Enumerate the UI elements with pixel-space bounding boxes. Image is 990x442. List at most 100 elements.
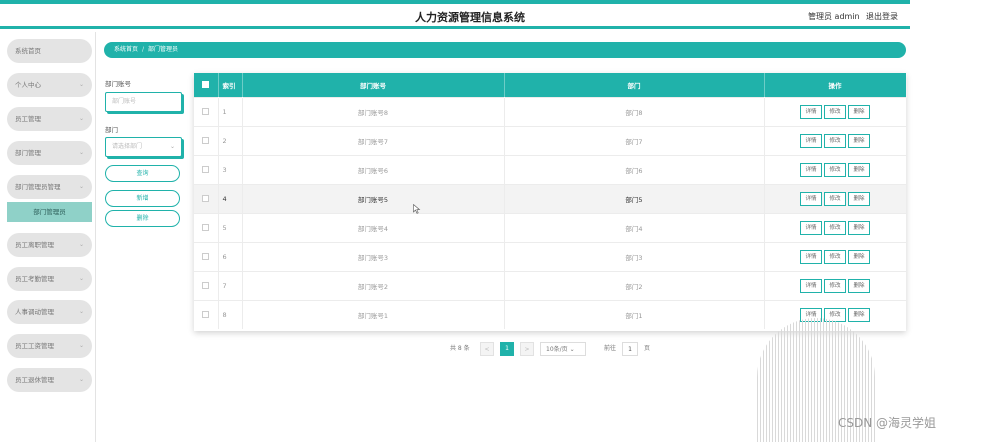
- detail-button[interactable]: 详情: [800, 104, 822, 119]
- next-page-button[interactable]: >: [520, 342, 534, 356]
- column-header-account[interactable]: 部门账号: [242, 73, 505, 97]
- account-cell: 部门账号1: [242, 300, 505, 329]
- row-checkbox-cell[interactable]: [194, 155, 219, 184]
- goto-label: 前往: [604, 345, 617, 352]
- table-row[interactable]: 4 部门账号5 部门5 详情 修改 删除: [194, 184, 907, 213]
- goto-page-input[interactable]: 1: [622, 342, 638, 356]
- sidebar-item[interactable]: 部门管理 ⌄: [7, 141, 92, 165]
- sidebar-item[interactable]: 员工退休管理 ⌄: [7, 368, 92, 392]
- row-checkbox[interactable]: [202, 224, 210, 231]
- edit-button[interactable]: 修改: [824, 191, 846, 206]
- chevron-down-icon: ⌄: [78, 275, 84, 282]
- dept-cell: 部门4: [504, 213, 765, 242]
- ops-cell: 详情 修改 删除: [764, 242, 907, 271]
- sidebar-item-label: 系统首页: [15, 47, 41, 55]
- delete-button[interactable]: 删除: [848, 278, 870, 293]
- detail-button[interactable]: 详情: [800, 278, 822, 293]
- chevron-down-icon: ⌄: [78, 81, 84, 88]
- search-button[interactable]: 查询: [105, 165, 180, 182]
- row-checkbox-cell[interactable]: [194, 213, 219, 242]
- table-row[interactable]: 2 部门账号7 部门7 详情 修改 删除: [194, 126, 907, 155]
- sidebar-item[interactable]: 部门管理员管理 ⌄: [7, 175, 92, 199]
- sidebar-item[interactable]: 员工管理 ⌄: [7, 107, 92, 131]
- delete-button[interactable]: 删除: [848, 191, 870, 206]
- row-checkbox-cell[interactable]: [194, 300, 219, 329]
- table-row[interactable]: 6 部门账号3 部门3 详情 修改 删除: [194, 242, 907, 271]
- sidebar-divider: [95, 32, 96, 442]
- row-checkbox[interactable]: [202, 253, 210, 260]
- dept-cell: 部门2: [504, 271, 765, 300]
- page-1-button[interactable]: 1: [500, 342, 514, 356]
- table-row[interactable]: 5 部门账号4 部门4 详情 修改 删除: [194, 213, 907, 242]
- delete-button[interactable]: 删除: [848, 133, 870, 148]
- edit-button[interactable]: 修改: [824, 133, 846, 148]
- edit-button[interactable]: 修改: [824, 220, 846, 235]
- detail-button[interactable]: 详情: [800, 133, 822, 148]
- index-cell: 7: [218, 271, 243, 300]
- sidebar-item[interactable]: 人事调动管理 ⌄: [7, 300, 92, 324]
- row-checkbox[interactable]: [202, 166, 210, 173]
- row-checkbox[interactable]: [202, 282, 210, 289]
- ops-cell: 详情 修改 删除: [764, 213, 907, 242]
- ops-cell: 详情 修改 删除: [764, 184, 907, 213]
- detail-button[interactable]: 详情: [800, 249, 822, 264]
- edit-button[interactable]: 修改: [824, 104, 846, 119]
- table-row[interactable]: 7 部门账号2 部门2 详情 修改 删除: [194, 271, 907, 300]
- delete-button[interactable]: 删除: [848, 249, 870, 264]
- select-all-header[interactable]: [194, 73, 219, 97]
- row-checkbox[interactable]: [202, 108, 210, 115]
- chevron-down-icon: ⌄: [78, 308, 84, 315]
- row-checkbox[interactable]: [202, 195, 210, 202]
- chevron-down-icon: ⌄: [78, 115, 84, 122]
- page-unit-label: 页: [644, 345, 651, 352]
- table-row[interactable]: 3 部门账号6 部门6 详情 修改 删除: [194, 155, 907, 184]
- sidebar-item[interactable]: 员工离职管理 ⌄: [7, 233, 92, 257]
- prev-page-button[interactable]: <: [480, 342, 494, 356]
- row-checkbox-cell[interactable]: [194, 97, 219, 126]
- row-checkbox-cell[interactable]: [194, 271, 219, 300]
- sidebar-item[interactable]: 系统首页: [7, 39, 92, 63]
- edit-button[interactable]: 修改: [824, 249, 846, 264]
- admin-user-label: 管理员 admin: [808, 12, 860, 21]
- row-checkbox[interactable]: [202, 137, 210, 144]
- edit-button[interactable]: 修改: [824, 278, 846, 293]
- batch-delete-button[interactable]: 删除: [105, 210, 180, 227]
- dept-select[interactable]: 请选择部门 ⌄: [105, 137, 182, 157]
- column-header-index: 索引: [218, 73, 243, 97]
- sidebar-item[interactable]: 员工工资管理 ⌄: [7, 334, 92, 358]
- app-title: 人力资源管理信息系统: [415, 11, 525, 24]
- row-checkbox-cell[interactable]: [194, 242, 219, 271]
- page-size-value: 10条/页: [546, 346, 568, 353]
- column-header-dept[interactable]: 部门: [504, 73, 765, 97]
- sidebar-item-label: 个人中心: [15, 81, 41, 89]
- breadcrumb-home[interactable]: 系统首页: [114, 46, 138, 53]
- detail-button[interactable]: 详情: [800, 162, 822, 177]
- logout-link[interactable]: 退出登录: [866, 11, 898, 22]
- dept-cell: 部门7: [504, 126, 765, 155]
- edit-button[interactable]: 修改: [824, 162, 846, 177]
- page-size-select[interactable]: 10条/页 ⌄: [540, 342, 586, 356]
- delete-button[interactable]: 删除: [848, 307, 870, 322]
- dept-cell: 部门6: [504, 155, 765, 184]
- row-checkbox-cell[interactable]: [194, 184, 219, 213]
- sidebar-item[interactable]: 员工考勤管理 ⌄: [7, 267, 92, 291]
- delete-button[interactable]: 删除: [848, 162, 870, 177]
- sidebar-item-label: 人事调动管理: [15, 308, 54, 316]
- index-cell: 8: [218, 300, 243, 329]
- table-row[interactable]: 1 部门账号8 部门8 详情 修改 删除: [194, 97, 907, 126]
- account-search-input[interactable]: 部门账号: [105, 92, 182, 112]
- account-filter-label: 部门账号: [105, 80, 131, 88]
- delete-button[interactable]: 删除: [848, 220, 870, 235]
- chevron-down-icon: ⌄: [169, 143, 175, 150]
- detail-button[interactable]: 详情: [800, 220, 822, 235]
- sidebar-subitem-active[interactable]: 部门管理员: [7, 202, 92, 222]
- row-checkbox[interactable]: [202, 311, 210, 319]
- index-cell: 1: [218, 97, 243, 126]
- delete-button[interactable]: 删除: [848, 104, 870, 119]
- sidebar-item-label: 部门管理员管理: [15, 183, 61, 191]
- add-button[interactable]: 新增: [105, 190, 180, 207]
- sidebar-item[interactable]: 个人中心 ⌄: [7, 73, 92, 97]
- row-checkbox-cell[interactable]: [194, 126, 219, 155]
- detail-button[interactable]: 详情: [800, 191, 822, 206]
- select-all-checkbox[interactable]: [202, 81, 210, 89]
